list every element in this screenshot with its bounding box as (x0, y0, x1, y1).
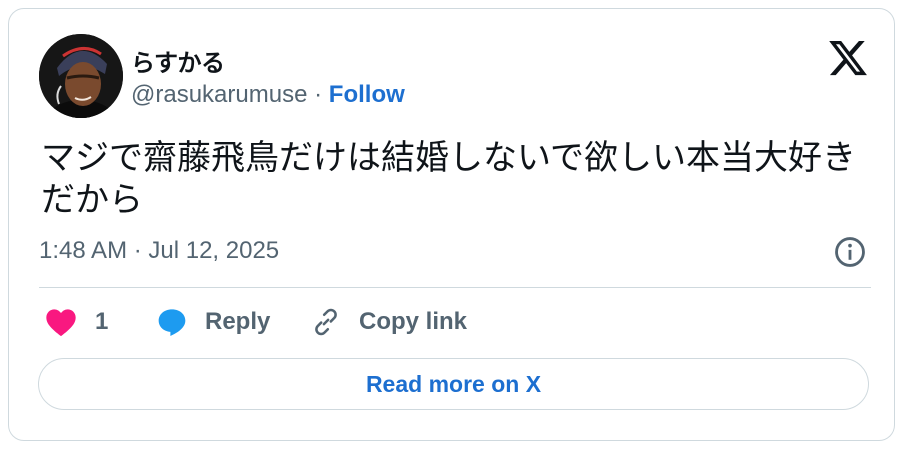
handle[interactable]: @rasukarumuse (131, 81, 307, 108)
action-bar: 1 Reply Copy link (39, 305, 871, 339)
divider (39, 287, 871, 288)
handle-row: @rasukarumuse · Follow (131, 81, 405, 109)
like-count: 1 (95, 308, 109, 335)
copy-link-button[interactable]: Copy link (309, 305, 467, 339)
avatar[interactable] (39, 34, 123, 118)
timestamp-link[interactable]: 1:48 AM · Jul 12, 2025 (39, 237, 279, 265)
read-more-label: Read more on X (365, 370, 542, 397)
reply-label: Reply (205, 308, 271, 335)
heart-icon (46, 309, 76, 337)
separator: · (314, 81, 323, 108)
display-name[interactable]: らすかる (131, 43, 225, 78)
like-button[interactable]: 1 (45, 305, 108, 339)
x-logo-icon[interactable] (827, 37, 869, 79)
info-icon[interactable] (833, 235, 867, 269)
avatar-image (39, 34, 123, 118)
read-more-button[interactable]: Read more on X (38, 358, 869, 410)
embedded-tweet-card: らすかる @rasukarumuse · Follow マジで齋藤飛鳥だけは結婚… (8, 8, 895, 441)
follow-button[interactable]: Follow (329, 81, 405, 108)
reply-button[interactable]: Reply (155, 305, 270, 339)
speech-bubble-icon (158, 309, 186, 336)
copy-link-label: Copy link (359, 308, 468, 335)
tweet-text: マジで齋藤飛鳥だけは結婚しないで欲しい本当大好きだから (41, 138, 856, 220)
link-icon (315, 308, 337, 336)
